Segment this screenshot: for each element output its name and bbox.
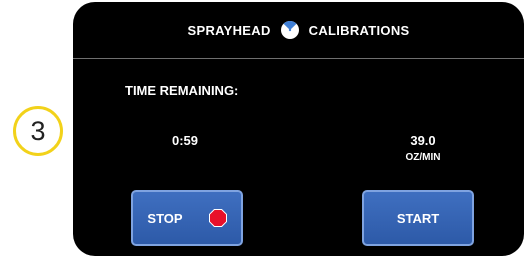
- stop-button[interactable]: STOP: [131, 190, 243, 246]
- start-button[interactable]: START: [362, 190, 474, 246]
- start-button-label: START: [396, 210, 440, 226]
- step-number-badge: 3: [13, 106, 63, 156]
- step-number: 3: [30, 115, 46, 146]
- stop-button-label: STOP: [147, 210, 183, 226]
- flow-rate-value: 39.0: [410, 133, 436, 148]
- flow-rate-unit: OZ/MIN: [405, 152, 441, 163]
- device-screen: SPRAYHEAD CALIBRATIONS TIME REMAINING: 0…: [73, 2, 524, 256]
- time-remaining-label: TIME REMAINING:: [125, 83, 239, 98]
- stop-sign-icon: [208, 209, 227, 227]
- title-left: SPRAYHEAD: [187, 22, 271, 38]
- gauge-icon: [280, 20, 300, 40]
- title-bar: SPRAYHEAD CALIBRATIONS: [73, 2, 524, 58]
- time-remaining-value: 0:59: [172, 133, 199, 148]
- header-divider: [73, 58, 524, 59]
- title-right: CALIBRATIONS: [308, 22, 410, 38]
